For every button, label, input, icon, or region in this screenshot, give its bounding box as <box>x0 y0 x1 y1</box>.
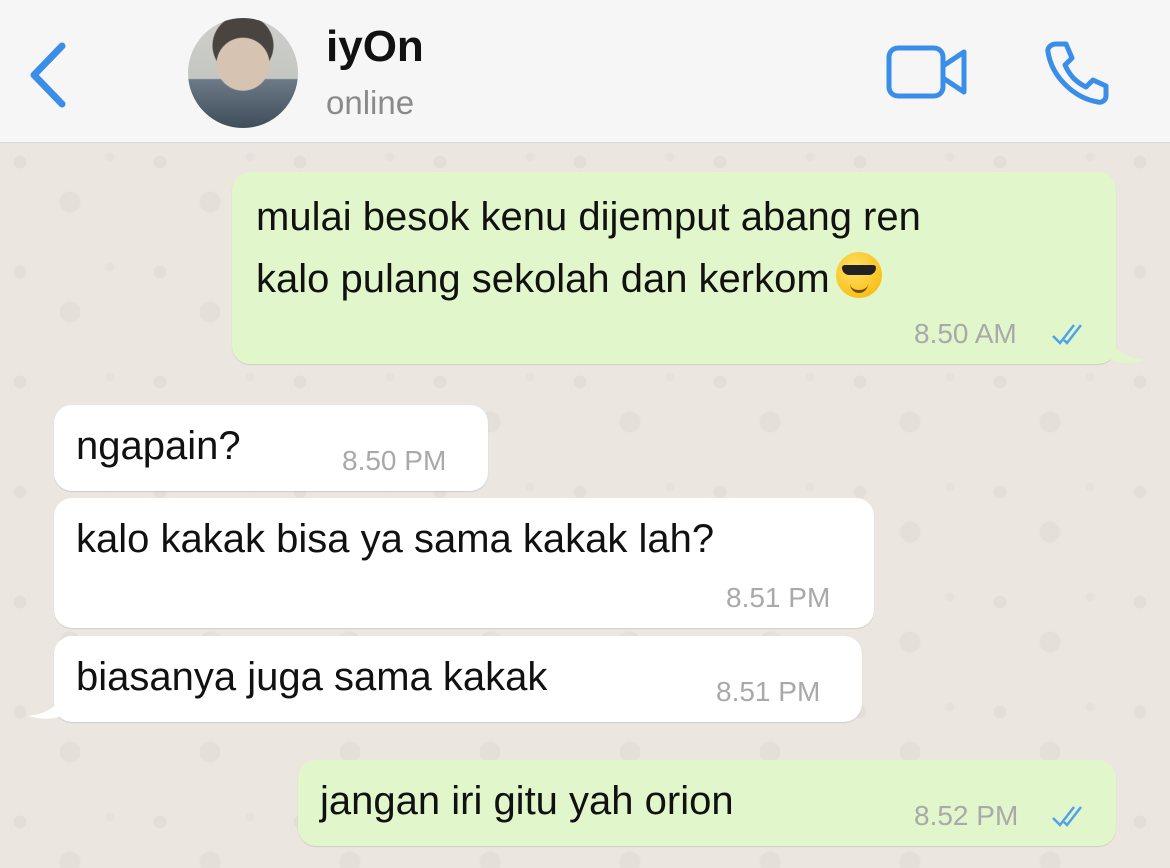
contact-avatar[interactable] <box>188 18 298 128</box>
message-time: 8.50 AM <box>914 318 1017 349</box>
video-camera-icon <box>886 45 967 99</box>
message-text-line-2: kalo pulang sekolah dan kerkom <box>256 257 830 301</box>
message-text-line-1: mulai besok kenu dijemput abang ren <box>256 195 921 239</box>
bubble-tail-incoming <box>28 690 64 719</box>
double-check-icon <box>1052 806 1082 827</box>
contact-name[interactable]: iyOn <box>326 22 424 72</box>
message-time: 8.52 PM <box>914 800 1019 831</box>
message-bubble-incoming[interactable]: kalo kakak bisa ya sama kakak lah? 8.51 … <box>54 498 874 628</box>
message-bubble-outgoing[interactable]: mulai besok kenu dijemput abang ren kalo… <box>232 172 1116 364</box>
double-check-icon <box>1052 324 1082 345</box>
message-text: mulai besok kenu dijemput abang ren kalo… <box>256 186 921 310</box>
chat-header: iyOn online <box>0 0 1170 143</box>
video-call-button[interactable] <box>886 44 968 100</box>
message-time: 8.51 PM <box>716 676 821 707</box>
message-bubble-outgoing[interactable]: jangan iri gitu yah orion 8.52 PM <box>298 760 1116 846</box>
message-text: kalo kakak bisa ya sama kakak lah? <box>76 517 715 561</box>
phone-icon <box>1045 41 1109 105</box>
message-text: ngapain? <box>76 424 241 468</box>
smiling-face-with-sunglasses-icon <box>835 252 882 298</box>
message-bubble-incoming[interactable]: ngapain? 8.50 PM <box>54 405 488 491</box>
contact-status: online <box>326 84 415 121</box>
message-text: jangan iri gitu yah orion <box>320 779 734 823</box>
message-bubble-incoming[interactable]: biasanya juga sama kakak 8.51 PM <box>54 636 862 722</box>
bubble-tail-outgoing <box>1108 334 1144 363</box>
back-button[interactable] <box>24 40 74 110</box>
message-time: 8.51 PM <box>726 582 831 613</box>
message-text: biasanya juga sama kakak <box>76 655 548 699</box>
message-time: 8.50 PM <box>342 445 447 476</box>
chevron-left-icon <box>30 42 66 108</box>
voice-call-button[interactable] <box>1042 40 1110 106</box>
